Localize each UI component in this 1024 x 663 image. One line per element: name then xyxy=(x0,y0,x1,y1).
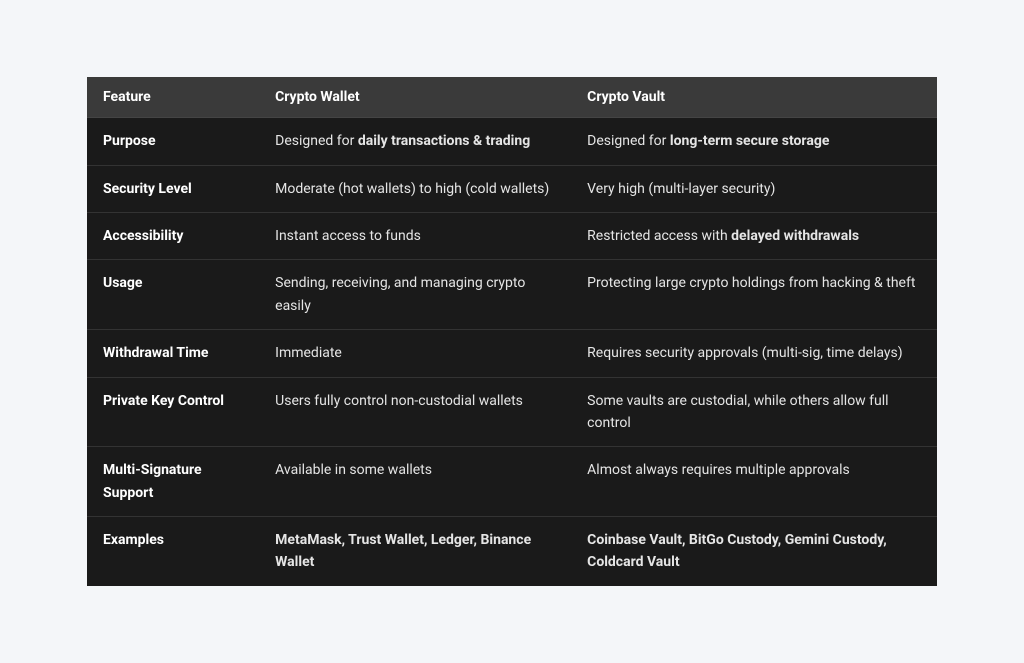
feature-cell: Security Level xyxy=(87,165,259,212)
wallet-cell: Sending, receiving, and managing crypto … xyxy=(259,260,571,330)
vault-cell: Very high (multi-layer security) xyxy=(571,165,937,212)
feature-cell: Withdrawal Time xyxy=(87,330,259,377)
table-row: Security LevelModerate (hot wallets) to … xyxy=(87,165,937,212)
header-wallet: Crypto Wallet xyxy=(259,77,571,118)
table-row: UsageSending, receiving, and managing cr… xyxy=(87,260,937,330)
vault-cell: Coinbase Vault, BitGo Custody, Gemini Cu… xyxy=(571,517,937,586)
table-row: Multi-Signature SupportAvailable in some… xyxy=(87,447,937,517)
feature-cell: Purpose xyxy=(87,118,259,165)
header-vault: Crypto Vault xyxy=(571,77,937,118)
vault-cell: Designed for long-term secure storage xyxy=(571,118,937,165)
feature-cell: Examples xyxy=(87,517,259,586)
table-body: PurposeDesigned for daily transactions &… xyxy=(87,118,937,586)
vault-cell: Some vaults are custodial, while others … xyxy=(571,377,937,447)
feature-cell: Accessibility xyxy=(87,212,259,259)
wallet-cell: Designed for daily transactions & tradin… xyxy=(259,118,571,165)
wallet-cell: Moderate (hot wallets) to high (cold wal… xyxy=(259,165,571,212)
table-row: Withdrawal TimeImmediateRequires securit… xyxy=(87,330,937,377)
wallet-cell: MetaMask, Trust Wallet, Ledger, Binance … xyxy=(259,517,571,586)
wallet-cell: Instant access to funds xyxy=(259,212,571,259)
wallet-cell: Immediate xyxy=(259,330,571,377)
vault-cell: Protecting large crypto holdings from ha… xyxy=(571,260,937,330)
table-row: AccessibilityInstant access to fundsRest… xyxy=(87,212,937,259)
wallet-cell: Users fully control non-custodial wallet… xyxy=(259,377,571,447)
feature-cell: Usage xyxy=(87,260,259,330)
vault-cell: Almost always requires multiple approval… xyxy=(571,447,937,517)
vault-cell: Restricted access with delayed withdrawa… xyxy=(571,212,937,259)
feature-cell: Multi-Signature Support xyxy=(87,447,259,517)
wallet-cell: Available in some wallets xyxy=(259,447,571,517)
comparison-table-container: Feature Crypto Wallet Crypto Vault Purpo… xyxy=(87,77,937,586)
table-header-row: Feature Crypto Wallet Crypto Vault xyxy=(87,77,937,118)
table-row: ExamplesMetaMask, Trust Wallet, Ledger, … xyxy=(87,517,937,586)
comparison-table: Feature Crypto Wallet Crypto Vault Purpo… xyxy=(87,77,937,586)
vault-cell: Requires security approvals (multi-sig, … xyxy=(571,330,937,377)
feature-cell: Private Key Control xyxy=(87,377,259,447)
header-feature: Feature xyxy=(87,77,259,118)
table-row: Private Key ControlUsers fully control n… xyxy=(87,377,937,447)
table-row: PurposeDesigned for daily transactions &… xyxy=(87,118,937,165)
